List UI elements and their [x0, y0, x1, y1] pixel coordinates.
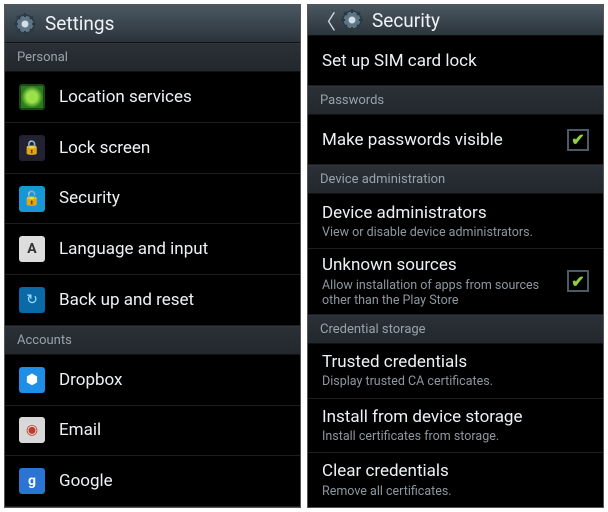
security-item-simlock[interactable]: Set up SIM card lock	[308, 36, 603, 86]
lock-icon: 🔒	[19, 135, 45, 161]
security-item-sub: Remove all certificates.	[322, 484, 589, 499]
security-panel: 〈 Security Set up SIM card lock Password…	[307, 4, 604, 508]
section-header-passwords: Passwords	[308, 86, 603, 115]
section-header-device-admin: Device administration	[308, 165, 603, 194]
settings-title: Settings	[45, 12, 114, 35]
google-icon: g	[19, 468, 45, 494]
security-item-sub: View or disable device administrators.	[322, 225, 589, 240]
dropbox-icon: ⬢	[19, 367, 45, 393]
gear-icon	[13, 12, 37, 36]
settings-item-label: Location services	[59, 87, 286, 107]
settings-item-security[interactable]: 🔓 Security	[5, 174, 300, 225]
settings-titlebar: Settings	[5, 5, 300, 43]
security-item-unknown-sources[interactable]: Unknown sources Allow installation of ap…	[308, 249, 603, 315]
security-item-label: Make passwords visible	[322, 130, 553, 150]
settings-item-location[interactable]: Location services	[5, 72, 300, 123]
security-item-label: Trusted credentials	[322, 352, 589, 372]
settings-item-dropbox[interactable]: ⬢ Dropbox	[5, 355, 300, 406]
section-header-accounts: Accounts	[5, 326, 300, 355]
security-item-label: Install from device storage	[322, 407, 589, 427]
security-item-sub: Display trusted CA certificates.	[322, 374, 589, 389]
security-item-sub: Install certificates from storage.	[322, 429, 589, 444]
settings-item-language[interactable]: A Language and input	[5, 224, 300, 275]
backup-icon: ↻	[19, 287, 45, 313]
security-item-sub: Allow installation of apps from sources …	[322, 278, 553, 308]
security-item-label: Device administrators	[322, 203, 589, 223]
settings-item-label: Back up and reset	[59, 290, 286, 310]
settings-item-email[interactable]: ◉ Email	[5, 406, 300, 457]
settings-item-lockscreen[interactable]: 🔒 Lock screen	[5, 123, 300, 174]
security-item-trusted-credentials[interactable]: Trusted credentials Display trusted CA c…	[308, 344, 603, 399]
security-item-passwords-visible[interactable]: Make passwords visible	[308, 115, 603, 165]
settings-item-google[interactable]: g Google	[5, 456, 300, 507]
section-header-credential-storage: Credential storage	[308, 315, 603, 344]
settings-item-label: Security	[59, 188, 286, 208]
gear-icon	[340, 8, 364, 32]
security-titlebar: 〈 Security	[308, 5, 603, 36]
settings-panel: Settings Personal Location services 🔒 Lo…	[4, 4, 301, 508]
checkbox-passwords-visible[interactable]	[567, 129, 589, 151]
security-icon: 🔓	[19, 186, 45, 212]
location-icon	[19, 84, 45, 110]
security-item-clear-credentials[interactable]: Clear credentials Remove all certificate…	[308, 453, 603, 507]
security-item-label: Set up SIM card lock	[322, 51, 589, 71]
security-item-device-admins[interactable]: Device administrators View or disable de…	[308, 194, 603, 249]
security-title: Security	[372, 9, 440, 32]
settings-item-label: Google	[59, 471, 286, 491]
checkbox-unknown-sources[interactable]	[567, 270, 589, 292]
settings-item-backup[interactable]: ↻ Back up and reset	[5, 275, 300, 326]
section-header-personal: Personal	[5, 43, 300, 72]
settings-item-label: Email	[59, 420, 286, 440]
settings-item-label: Lock screen	[59, 138, 286, 158]
language-icon: A	[19, 236, 45, 262]
security-item-install-storage[interactable]: Install from device storage Install cert…	[308, 399, 603, 454]
email-icon: ◉	[19, 417, 45, 443]
security-item-label: Unknown sources	[322, 255, 553, 275]
security-item-label: Clear credentials	[322, 461, 589, 481]
back-icon[interactable]: 〈	[316, 6, 332, 35]
settings-item-label: Language and input	[59, 239, 286, 259]
settings-item-label: Dropbox	[59, 370, 286, 390]
